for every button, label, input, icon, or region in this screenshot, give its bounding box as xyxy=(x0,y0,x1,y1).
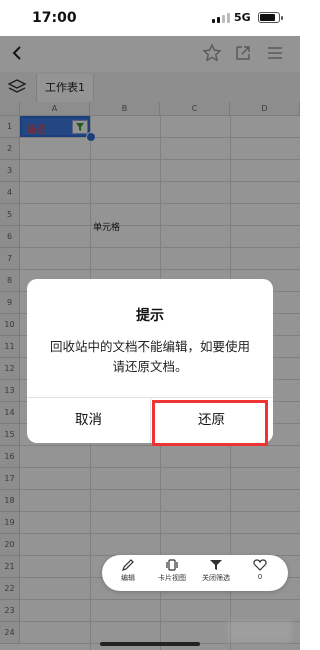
signal-icon xyxy=(212,13,230,23)
close-filter-label: 关闭筛选 xyxy=(202,574,230,582)
battery-icon xyxy=(258,12,283,23)
heart-icon xyxy=(253,559,267,571)
edit-button[interactable]: 编辑 xyxy=(108,558,148,590)
close-filter-button[interactable]: 关闭筛选 xyxy=(196,558,236,590)
card-view-button[interactable]: 卡片视图 xyxy=(152,558,192,590)
cancel-button[interactable]: 取消 xyxy=(27,397,150,443)
status-bar: 17:00 5G xyxy=(0,0,300,36)
card-view-icon xyxy=(166,559,178,571)
home-indicator xyxy=(100,642,200,646)
dialog-message: 回收站中的文档不能编辑，如要使用请还原文档。 xyxy=(49,339,250,374)
like-count: 0 xyxy=(257,573,263,581)
pencil-icon xyxy=(122,559,134,571)
filter-off-icon xyxy=(210,560,222,570)
highlight-box xyxy=(152,400,268,446)
network-type: 5G xyxy=(234,11,251,24)
dialog-title: 提示 xyxy=(136,308,164,324)
card-view-label: 卡片视图 xyxy=(158,574,186,582)
like-button[interactable]: 0 xyxy=(240,558,280,590)
edit-label: 编辑 xyxy=(121,574,135,582)
watermark xyxy=(228,620,292,642)
bottom-toolbar: 编辑 卡片视图 关闭筛选 0 xyxy=(102,555,288,591)
status-time: 17:00 xyxy=(32,10,77,26)
